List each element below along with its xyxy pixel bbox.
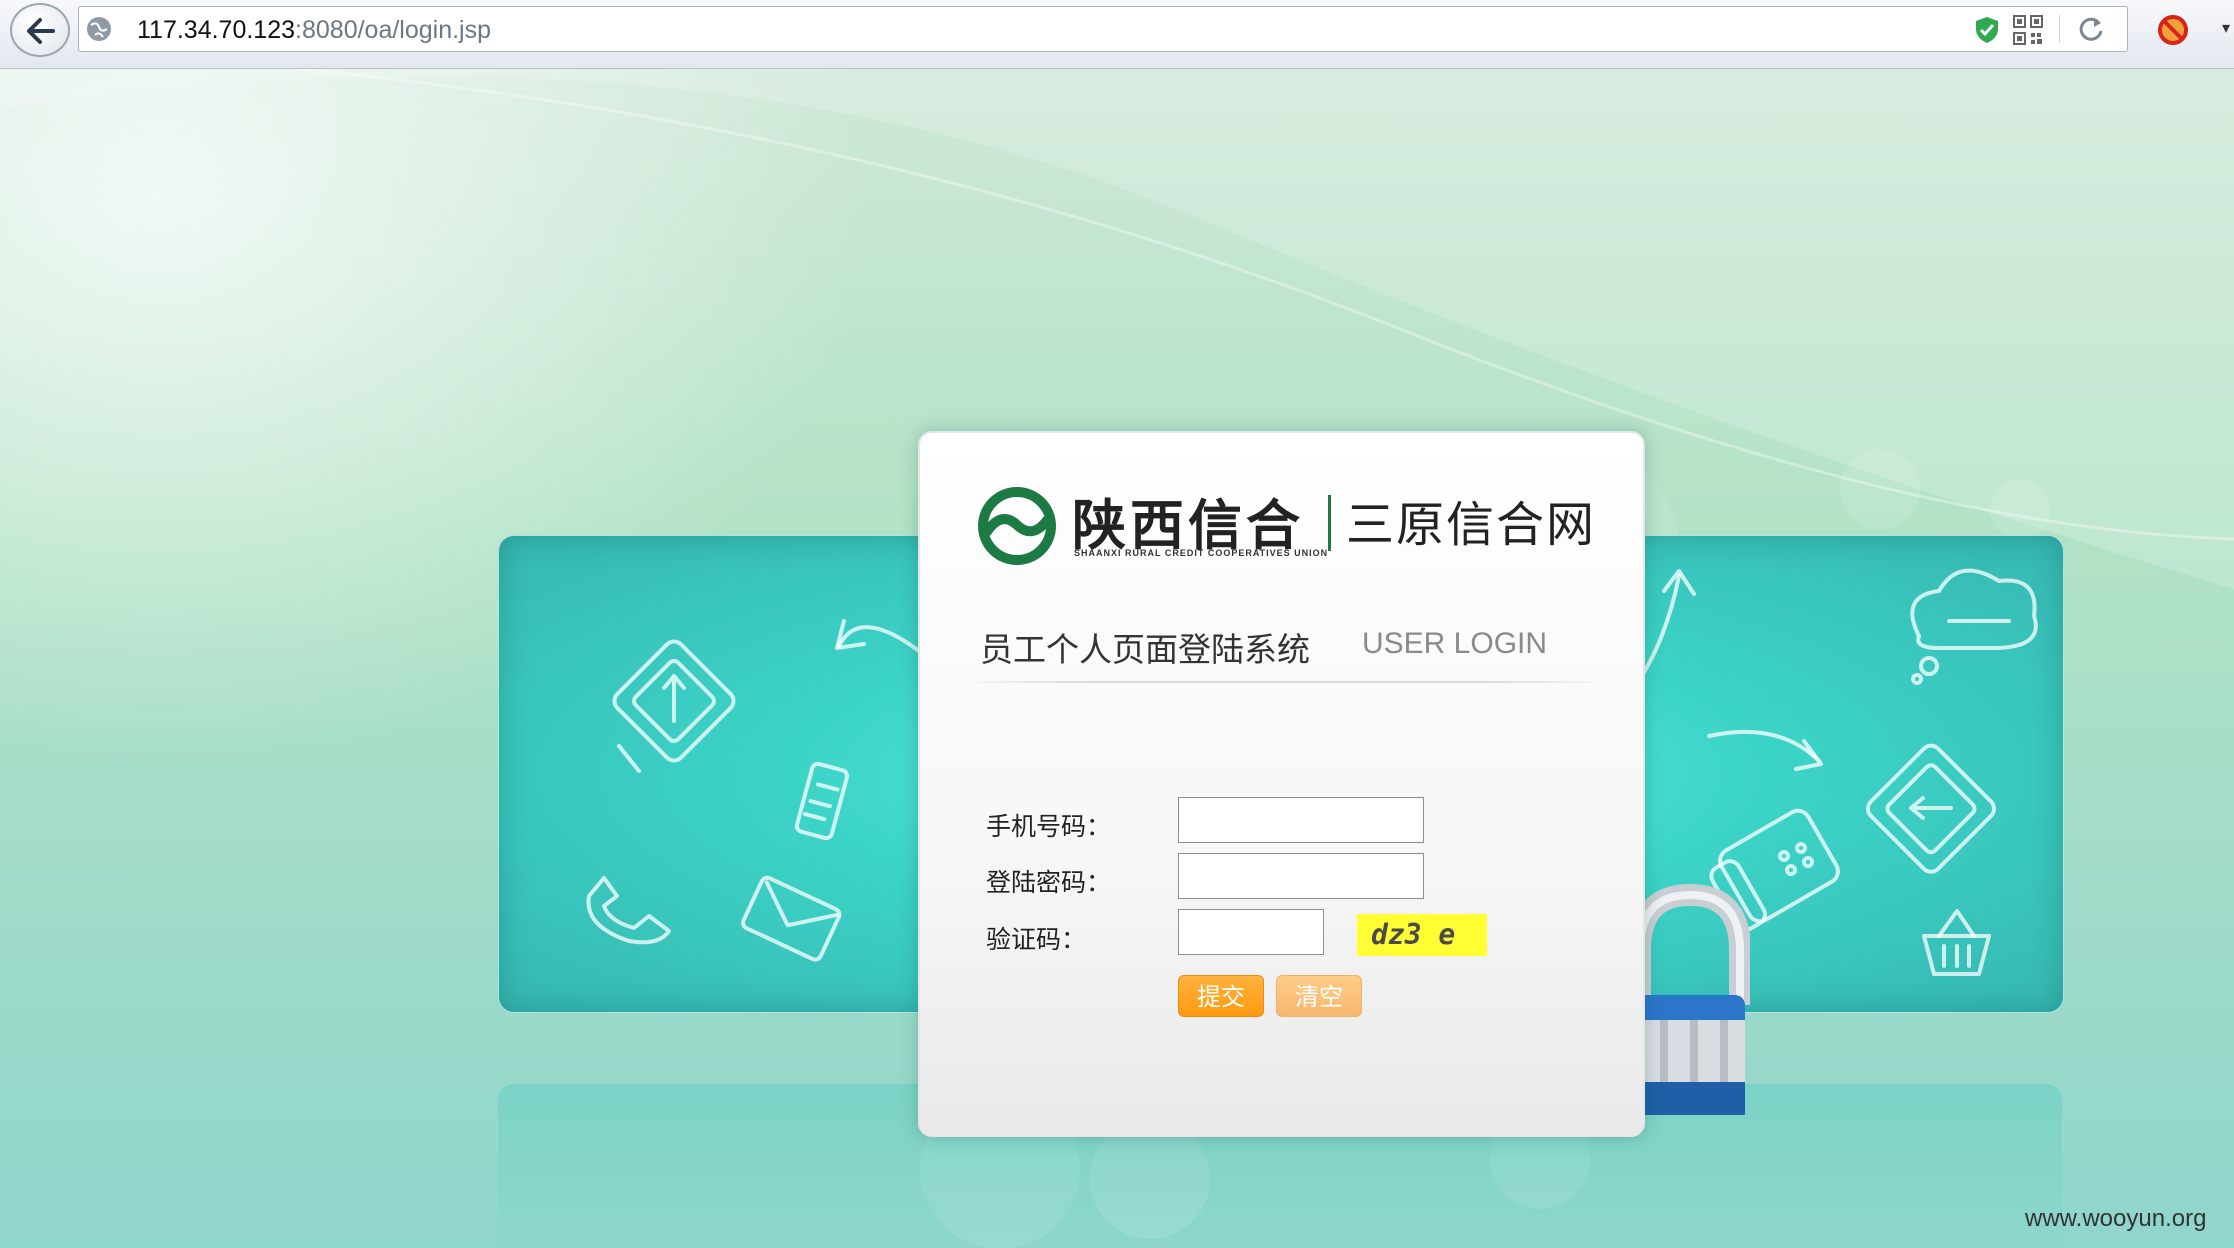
reload-icon[interactable] — [2077, 15, 2105, 43]
login-title-english: USER LOGIN — [1362, 627, 1548, 660]
logo-divider — [1328, 495, 1331, 551]
qr-code-icon[interactable] — [2013, 15, 2043, 45]
browser-window: 117.34.70.123:8080/oa/login.jsp ▾ 陕西信合 S… — [0, 0, 2234, 1248]
url-path: :8080/oa/login.jsp — [295, 16, 492, 44]
submit-button[interactable]: 提交 — [1178, 975, 1264, 1017]
password-label: 登陆密码： — [986, 868, 1112, 897]
logo-english-name: SHAANXI RURAL CREDIT COOPERATIVES UNION — [1074, 548, 1329, 558]
blocked-extension-icon[interactable] — [2155, 12, 2191, 48]
captcha-image[interactable]: dz3 e — [1357, 914, 1487, 956]
globe-icon — [87, 17, 111, 41]
toolbar-separator — [2059, 15, 2060, 43]
captcha-label: 验证码： — [986, 925, 1087, 954]
url-text[interactable]: 117.34.70.123:8080/oa/login.jsp — [137, 16, 491, 45]
back-button[interactable] — [10, 3, 70, 57]
divider — [960, 681, 1610, 683]
site-name: 三原信合网 — [1346, 497, 1597, 553]
phone-input[interactable] — [1178, 797, 1424, 843]
login-title: 员工个人页面登陆系统 — [980, 630, 1310, 669]
shield-icon[interactable] — [1973, 15, 2001, 45]
url-host: 117.34.70.123 — [137, 16, 296, 44]
address-bar[interactable]: 117.34.70.123:8080/oa/login.jsp — [78, 6, 2128, 52]
captcha-input[interactable] — [1178, 909, 1324, 955]
clear-button[interactable]: 清空 — [1276, 975, 1362, 1017]
password-input[interactable] — [1178, 853, 1424, 899]
browser-toolbar: 117.34.70.123:8080/oa/login.jsp ▾ — [0, 0, 2234, 69]
chevron-down-icon[interactable]: ▾ — [2222, 18, 2230, 37]
arrow-left-icon — [27, 18, 55, 44]
login-card: 陕西信合 SHAANXI RURAL CREDIT COOPERATIVES U… — [918, 431, 1645, 1137]
bank-logo-icon — [978, 487, 1056, 565]
phone-label: 手机号码： — [986, 812, 1112, 841]
watermark: www.wooyun.org — [2025, 1205, 2207, 1232]
